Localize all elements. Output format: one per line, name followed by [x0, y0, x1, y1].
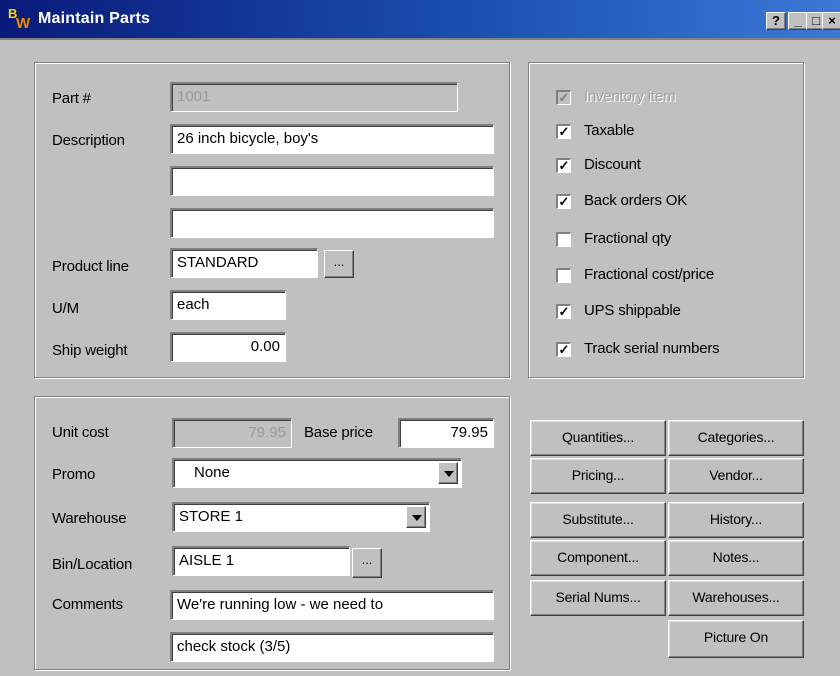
app-icon-letter-w: W — [16, 15, 31, 32]
bin-location-field[interactable]: AISLE 1 — [172, 546, 350, 576]
bin-location-label: Bin/Location — [52, 556, 133, 573]
promo-select[interactable]: None — [172, 458, 462, 488]
serial-nums-button[interactable]: Serial Nums... — [530, 580, 666, 616]
flag-label: UPS shippable — [584, 302, 681, 319]
flag-label: Fractional qty — [584, 230, 672, 247]
um-label: U/M — [52, 300, 79, 317]
product-line-lookup-button[interactable]: ... — [324, 250, 354, 278]
minimize-button[interactable]: _ — [788, 12, 808, 30]
warehouse-dropdown-arrow-icon[interactable] — [406, 506, 426, 528]
flag-checkbox: ✓ — [556, 90, 571, 105]
history-button[interactable]: History... — [668, 502, 804, 538]
app-icon: B W — [6, 7, 36, 32]
base-price-field[interactable]: 79.95 — [398, 418, 494, 448]
pricing-button[interactable]: Pricing... — [530, 458, 666, 494]
warehouse-label: Warehouse — [52, 510, 127, 527]
promo-dropdown-arrow-icon[interactable] — [438, 462, 458, 484]
flag-checkbox[interactable]: ✓ — [556, 194, 571, 209]
um-field[interactable]: each — [170, 290, 286, 320]
flags-group — [528, 62, 804, 378]
flag-checkbox[interactable]: ✓ — [556, 304, 571, 319]
description-line-2[interactable] — [170, 166, 494, 196]
description-line-1[interactable]: 26 inch bicycle, boy's — [170, 124, 494, 154]
comments-line-1[interactable]: We're running low - we need to — [170, 590, 494, 620]
title-bar[interactable]: B W Maintain Parts ? _ □ × — [0, 0, 840, 40]
warehouses-button[interactable]: Warehouses... — [668, 580, 804, 616]
description-line-3[interactable] — [170, 208, 494, 238]
product-line-field[interactable]: STANDARD — [170, 248, 318, 278]
flag-checkbox[interactable]: ✓ — [556, 342, 571, 357]
quantities-button[interactable]: Quantities... — [530, 420, 666, 456]
window-title: Maintain Parts — [38, 10, 151, 27]
flag-label: Fractional cost/price — [584, 266, 715, 283]
comments-line-2[interactable]: check stock (3/5) — [170, 632, 494, 662]
component-button[interactable]: Component... — [530, 540, 666, 576]
ship-weight-field[interactable]: 0.00 — [170, 332, 286, 362]
picture-on-button[interactable]: Picture On — [668, 620, 804, 658]
bin-location-lookup-button[interactable]: ... — [352, 548, 382, 578]
close-button[interactable]: × — [822, 12, 840, 30]
unit-cost-label: Unit cost — [52, 424, 109, 441]
comments-label: Comments — [52, 596, 123, 613]
flag-label: Back orders OK — [584, 192, 688, 209]
flag-label: Taxable — [584, 122, 635, 139]
product-line-label: Product line — [52, 258, 129, 275]
help-button[interactable]: ? — [766, 12, 786, 30]
flag-checkbox[interactable]: ✓ — [556, 158, 571, 173]
notes-button[interactable]: Notes... — [668, 540, 804, 576]
description-label: Description — [52, 132, 125, 149]
flag-checkbox[interactable] — [556, 268, 571, 283]
warehouse-select[interactable]: STORE 1 — [172, 502, 430, 532]
flag-label: Inventory item — [584, 88, 676, 105]
part-number-label: Part # — [52, 90, 91, 107]
vendor-button[interactable]: Vendor... — [668, 458, 804, 494]
ship-weight-label: Ship weight — [52, 342, 128, 359]
promo-label: Promo — [52, 466, 96, 483]
flag-checkbox[interactable]: ✓ — [556, 124, 571, 139]
flag-checkbox[interactable] — [556, 232, 571, 247]
base-price-label: Base price — [304, 424, 373, 441]
flag-label: Track serial numbers — [584, 340, 720, 357]
part-number-field: 1001 — [170, 82, 458, 112]
flag-label: Discount — [584, 156, 641, 173]
categories-button[interactable]: Categories... — [668, 420, 804, 456]
substitute-button[interactable]: Substitute... — [530, 502, 666, 538]
unit-cost-field: 79.95 — [172, 418, 292, 448]
